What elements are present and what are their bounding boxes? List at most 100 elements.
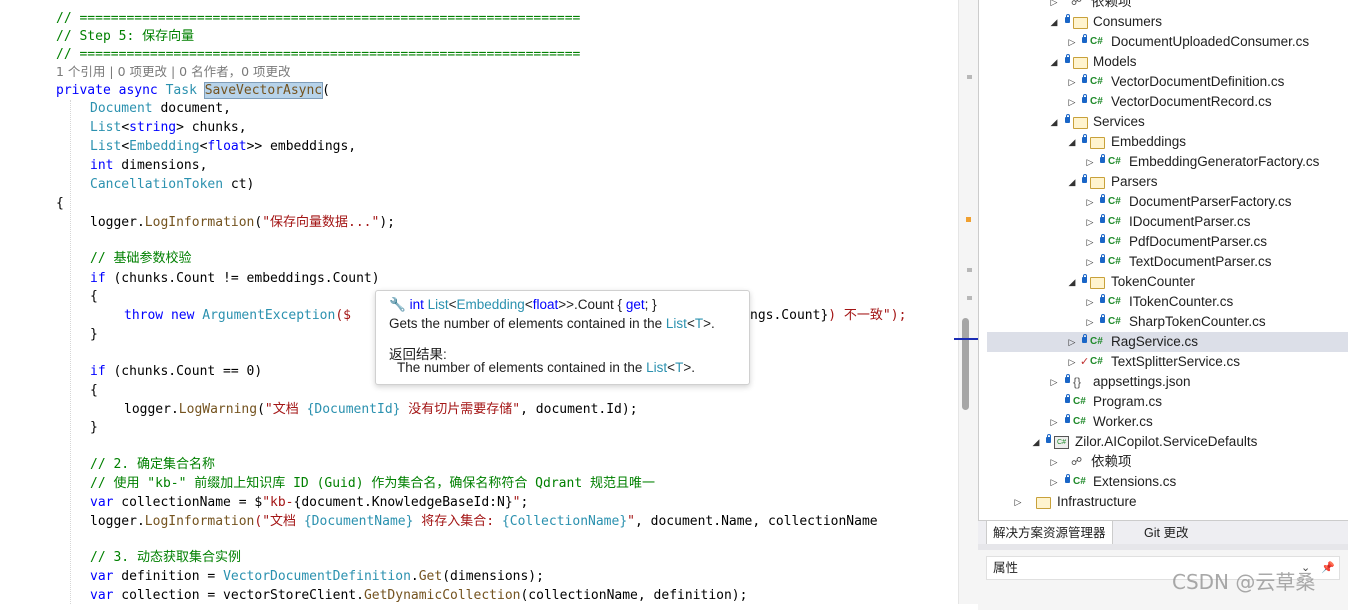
- collapse-arrow-icon[interactable]: ◢: [1049, 12, 1059, 32]
- keyword-float: float: [207, 139, 247, 154]
- tree-item-document-uploaded-consumer[interactable]: ▷ C# DocumentUploadedConsumer.cs: [979, 32, 1348, 52]
- expand-arrow-icon[interactable]: ▷: [1049, 0, 1059, 12]
- throw-tail-prop: ngs.Count}: [750, 308, 829, 323]
- tree-item-worker[interactable]: ▷ C# Worker.cs: [979, 412, 1348, 432]
- method-get: Get: [418, 569, 443, 584]
- param-dimensions: dimensions,: [113, 158, 208, 173]
- tree-item-embeddings[interactable]: ◢ Embeddings: [979, 132, 1348, 152]
- tree-item-text-document-parser[interactable]: ▷ C# TextDocumentParser.cs: [979, 252, 1348, 272]
- expand-arrow-icon[interactable]: ▷: [1085, 232, 1095, 252]
- expand-arrow-icon[interactable]: ▷: [1049, 412, 1059, 432]
- tree-item-consumers[interactable]: ◢ Consumers: [979, 12, 1348, 32]
- expand-arrow-icon[interactable]: ▷: [1085, 312, 1095, 332]
- type-document: Document: [90, 101, 153, 116]
- tree-item-label: TextDocumentParser.cs: [1129, 254, 1272, 269]
- method-name-highlighted[interactable]: SaveVectorAsync: [203, 82, 324, 99]
- expand-arrow-icon[interactable]: ▷: [1067, 332, 1077, 352]
- tree-item-parsers[interactable]: ◢ Parsers: [979, 172, 1348, 192]
- keyword-new: new: [170, 308, 195, 323]
- expand-arrow-icon[interactable]: ▷: [1049, 472, 1059, 492]
- tree-item-extensions[interactable]: ▷ C# Extensions.cs: [979, 472, 1348, 492]
- editor-scrollbar[interactable]: [958, 0, 979, 604]
- watermark: CSDN @云草桑: [1172, 570, 1316, 594]
- method-loginformation-2: LogInformation: [144, 514, 255, 529]
- throw-tail-msg: ) 不一致");: [828, 308, 907, 323]
- collapse-arrow-icon[interactable]: ◢: [1067, 272, 1077, 292]
- tree-item-text-splitter-service[interactable]: ▷ ✓ C# TextSplitterService.cs: [979, 352, 1348, 372]
- expand-arrow-icon[interactable]: ▷: [1049, 452, 1059, 472]
- expand-arrow-icon[interactable]: ▷: [1067, 352, 1077, 372]
- tree-item-label: Zilor.AICopilot.ServiceDefaults: [1075, 434, 1258, 449]
- paren: (: [257, 402, 265, 417]
- csharp-file-icon: C#: [1108, 156, 1121, 167]
- tooltip-returns-text: The number of elements contained in the: [397, 360, 647, 375]
- collapse-arrow-icon[interactable]: ◢: [1049, 52, 1059, 72]
- tree-item-idocument-parser[interactable]: ▷ C# IDocumentParser.cs: [979, 212, 1348, 232]
- tree-item-token-counter[interactable]: ◢ TokenCounter: [979, 272, 1348, 292]
- tree-item-document-parser-factory[interactable]: ▷ C# DocumentParserFactory.cs: [979, 192, 1348, 212]
- code-open-brace: {: [56, 196, 64, 211]
- tree-item-label: IDocumentParser.cs: [1129, 214, 1251, 229]
- dependencies-icon: ☍: [1071, 456, 1083, 468]
- tree-item-program[interactable]: C# Program.cs: [979, 392, 1348, 412]
- lock-icon: [1082, 74, 1087, 83]
- expand-arrow-icon[interactable]: ▷: [1085, 152, 1095, 172]
- tree-item-appsettings[interactable]: ▷ {} appsettings.json: [979, 372, 1348, 392]
- expand-arrow-icon[interactable]: ▷: [1085, 192, 1095, 212]
- tree-item-embedding-generator-factory[interactable]: ▷ C# EmbeddingGeneratorFactory.cs: [979, 152, 1348, 172]
- tree-item-dependencies[interactable]: ▷ ☍ 依赖项: [979, 0, 1348, 12]
- tab-git-changes[interactable]: Git 更改: [1144, 521, 1188, 545]
- scrollbar-thumb[interactable]: [962, 318, 969, 410]
- tree-item-label: RagService.cs: [1111, 334, 1199, 349]
- tree-item-services[interactable]: ◢ Services: [979, 112, 1348, 132]
- lock-icon: [1100, 234, 1105, 243]
- var-assign-2: definition =: [113, 569, 224, 584]
- tooltip-summary-end: >.: [703, 316, 715, 331]
- lock-icon: [1065, 54, 1070, 63]
- tree-item-infrastructure[interactable]: ▷ Infrastructure: [979, 492, 1348, 512]
- tree-item-rag-service[interactable]: ▷ C# RagService.cs: [987, 332, 1348, 352]
- collapse-arrow-icon[interactable]: ◢: [1067, 172, 1077, 192]
- tree-item-vector-document-record[interactable]: ▷ C# VectorDocumentRecord.cs: [979, 92, 1348, 112]
- expand-arrow-icon[interactable]: ▷: [1067, 92, 1077, 112]
- tree-item-dependencies-2[interactable]: ▷ ☍ 依赖项: [979, 452, 1348, 472]
- solution-explorer[interactable]: ▷ ☍ 依赖项 ◢ Consumers ▷ C# DocumentUploade…: [978, 0, 1348, 520]
- tooltip-signature: 🔧 int List<Embedding<float>>.Count { get…: [389, 297, 657, 313]
- csharp-file-icon: C#: [1108, 216, 1121, 227]
- json-file-icon: {}: [1073, 375, 1082, 389]
- wrench-icon: 🔧: [389, 297, 406, 312]
- csharp-file-icon: C#: [1090, 336, 1103, 347]
- tree-item-vector-document-definition[interactable]: ▷ C# VectorDocumentDefinition.cs: [979, 72, 1348, 92]
- expand-arrow-icon[interactable]: ▷: [1013, 492, 1023, 512]
- expand-arrow-icon[interactable]: ▷: [1067, 72, 1077, 92]
- open-paren: (: [322, 83, 330, 98]
- collapse-arrow-icon[interactable]: ◢: [1031, 432, 1041, 452]
- tree-item-pdf-document-parser[interactable]: ▷ C# PdfDocumentParser.cs: [979, 232, 1348, 252]
- tab-solution-explorer[interactable]: 解决方案资源管理器: [986, 521, 1113, 546]
- code-comment-step3: // 3. 动态获取集合实例: [90, 550, 241, 565]
- lock-icon: [1065, 114, 1070, 123]
- tooltip-summary-lt: <: [686, 316, 695, 331]
- pin-icon[interactable]: 📌: [1321, 557, 1335, 579]
- string-part-2: 没有切片需要存储": [400, 402, 521, 417]
- param-embeddings: >> embeddings,: [246, 139, 357, 154]
- expand-arrow-icon[interactable]: ▷: [1067, 32, 1077, 52]
- code-param-document: Document document,: [90, 99, 231, 118]
- tree-item-label: Program.cs: [1093, 394, 1163, 409]
- lock-icon: [1100, 254, 1105, 263]
- collapse-arrow-icon[interactable]: ◢: [1049, 112, 1059, 132]
- expand-arrow-icon[interactable]: ▷: [1085, 292, 1095, 312]
- code-log-info-1: logger.LogInformation("保存向量数据...");: [90, 215, 395, 230]
- expand-arrow-icon[interactable]: ▷: [1085, 212, 1095, 232]
- tree-item-sharp-token-counter[interactable]: ▷ C# SharpTokenCounter.cs: [979, 312, 1348, 332]
- expand-arrow-icon[interactable]: ▷: [1085, 252, 1095, 272]
- tree-item-itoken-counter[interactable]: ▷ C# ITokenCounter.cs: [979, 292, 1348, 312]
- tree-item-service-defaults-project[interactable]: ◢ C# Zilor.AICopilot.ServiceDefaults: [979, 432, 1348, 452]
- codelens-references[interactable]: 1 个引用 | 0 项更改 | 0 名作者，0 项更改: [56, 63, 291, 81]
- editor-gutter: [0, 0, 24, 604]
- scroll-marker-warning: [966, 217, 971, 222]
- type-task: Task: [165, 83, 197, 98]
- collapse-arrow-icon[interactable]: ◢: [1067, 132, 1077, 152]
- tree-item-models[interactable]: ◢ Models: [979, 52, 1348, 72]
- expand-arrow-icon[interactable]: ▷: [1049, 372, 1059, 392]
